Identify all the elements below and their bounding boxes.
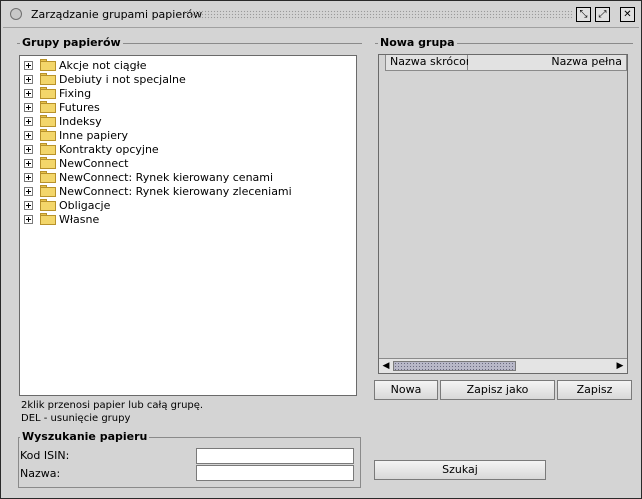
scrollbar-thumb[interactable] <box>393 361 516 371</box>
folder-icon <box>40 87 56 99</box>
expand-icon[interactable] <box>24 186 33 196</box>
window: Zarządzanie grupami papierów ⤡ ⤢ ✕ Grupy… <box>0 0 642 499</box>
isin-field[interactable] <box>196 448 354 464</box>
window-title: Zarządzanie grupami papierów <box>31 8 203 21</box>
hint-delete: DEL - usunięcie grupy <box>21 413 131 424</box>
tree-item[interactable]: Własne <box>24 212 99 226</box>
tree-item-label: Futures <box>59 100 100 114</box>
close-icon[interactable]: ✕ <box>620 7 635 22</box>
tree-item-label: Obligacje <box>59 198 111 212</box>
scroll-left-icon[interactable]: ◀ <box>380 360 392 372</box>
tree-item[interactable]: Inne papiery <box>24 128 128 142</box>
column-header-full-name[interactable]: Nazwa pełna <box>468 55 627 71</box>
expand-icon[interactable] <box>24 200 33 210</box>
tree-item-label: Własne <box>59 212 100 226</box>
tree-item[interactable]: Obligacje <box>24 198 110 212</box>
expand-icon[interactable] <box>24 60 33 70</box>
maximize-icon[interactable]: ⤢ <box>595 7 610 22</box>
folder-icon <box>40 199 56 211</box>
tree-item-label: Akcje not ciągłe <box>59 58 147 72</box>
expand-icon[interactable] <box>24 74 33 84</box>
tree-item[interactable]: Futures <box>24 100 100 114</box>
column-header-short-name[interactable]: Nazwa skrócona <box>385 55 480 71</box>
search-button[interactable]: Szukaj <box>374 460 546 480</box>
folder-icon <box>40 115 56 127</box>
tree-item-label: Debiuty i not specjalne <box>59 72 186 86</box>
tree-item[interactable]: Debiuty i not specjalne <box>24 72 186 86</box>
title-bar[interactable]: Zarządzanie grupami papierów ⤡ ⤢ ✕ <box>3 3 639 28</box>
expand-icon[interactable] <box>24 144 33 154</box>
folder-icon <box>40 185 56 197</box>
scroll-right-icon[interactable]: ▶ <box>614 360 626 372</box>
tree-item-label: NewConnect: Rynek kierowany cenami <box>59 170 274 184</box>
folder-icon <box>40 143 56 155</box>
tree-item-label: NewConnect: Rynek kierowany zleceniami <box>59 184 292 198</box>
name-label: Nazwa: <box>20 467 61 480</box>
groups-panel-title: Grupy papierów <box>20 36 123 49</box>
tree-item-label: Kontrakty opcyjne <box>59 142 159 156</box>
expand-icon[interactable] <box>24 102 33 112</box>
folder-icon <box>40 73 56 85</box>
tree-item[interactable]: NewConnect: Rynek kierowany cenami <box>24 170 273 184</box>
tree-item-label: Inne papiery <box>59 128 129 142</box>
horizontal-scrollbar[interactable]: ◀ ▶ <box>379 358 627 373</box>
expand-icon[interactable] <box>24 172 33 182</box>
new-group-table[interactable]: Nazwa skrócona Nazwa pełna ◀ ▶ <box>378 54 628 374</box>
new-button[interactable]: Nowa <box>374 380 438 400</box>
expand-icon[interactable] <box>24 116 33 126</box>
folder-icon <box>40 171 56 183</box>
tree-item-label: NewConnect <box>59 156 129 170</box>
new-group-panel-title: Nowa grupa <box>378 36 457 49</box>
folder-icon <box>40 59 56 71</box>
tree-item[interactable]: Akcje not ciągłe <box>24 58 147 72</box>
search-panel-title: Wyszukanie papieru <box>20 430 150 443</box>
title-bar-grip <box>183 10 573 20</box>
folder-icon <box>40 157 56 169</box>
tree-item[interactable]: Indeksy <box>24 114 102 128</box>
minimize-icon[interactable]: ⤡ <box>576 7 591 22</box>
groups-tree[interactable]: Akcje not ciągłe Debiuty i not specjalne F… <box>19 55 357 396</box>
folder-icon <box>40 101 56 113</box>
expand-icon[interactable] <box>24 214 33 224</box>
tree-item[interactable]: Fixing <box>24 86 91 100</box>
window-menu-icon[interactable] <box>10 8 22 20</box>
tree-item-label: Fixing <box>59 86 92 100</box>
tree-item[interactable]: Kontrakty opcyjne <box>24 142 159 156</box>
tree-item[interactable]: NewConnect: Rynek kierowany zleceniami <box>24 184 292 198</box>
hint-double-click: 2klik przenosi papier lub całą grupę. <box>21 400 204 411</box>
tree-item-label: Indeksy <box>59 114 102 128</box>
expand-icon[interactable] <box>24 130 33 140</box>
tree-item[interactable]: NewConnect <box>24 156 128 170</box>
isin-label: Kod ISIN: <box>20 449 70 462</box>
folder-icon <box>40 129 56 141</box>
folder-icon <box>40 213 56 225</box>
save-button[interactable]: Zapisz <box>557 380 632 400</box>
save-as-button[interactable]: Zapisz jako <box>440 380 555 400</box>
name-field[interactable] <box>196 465 354 481</box>
expand-icon[interactable] <box>24 88 33 98</box>
expand-icon[interactable] <box>24 158 33 168</box>
